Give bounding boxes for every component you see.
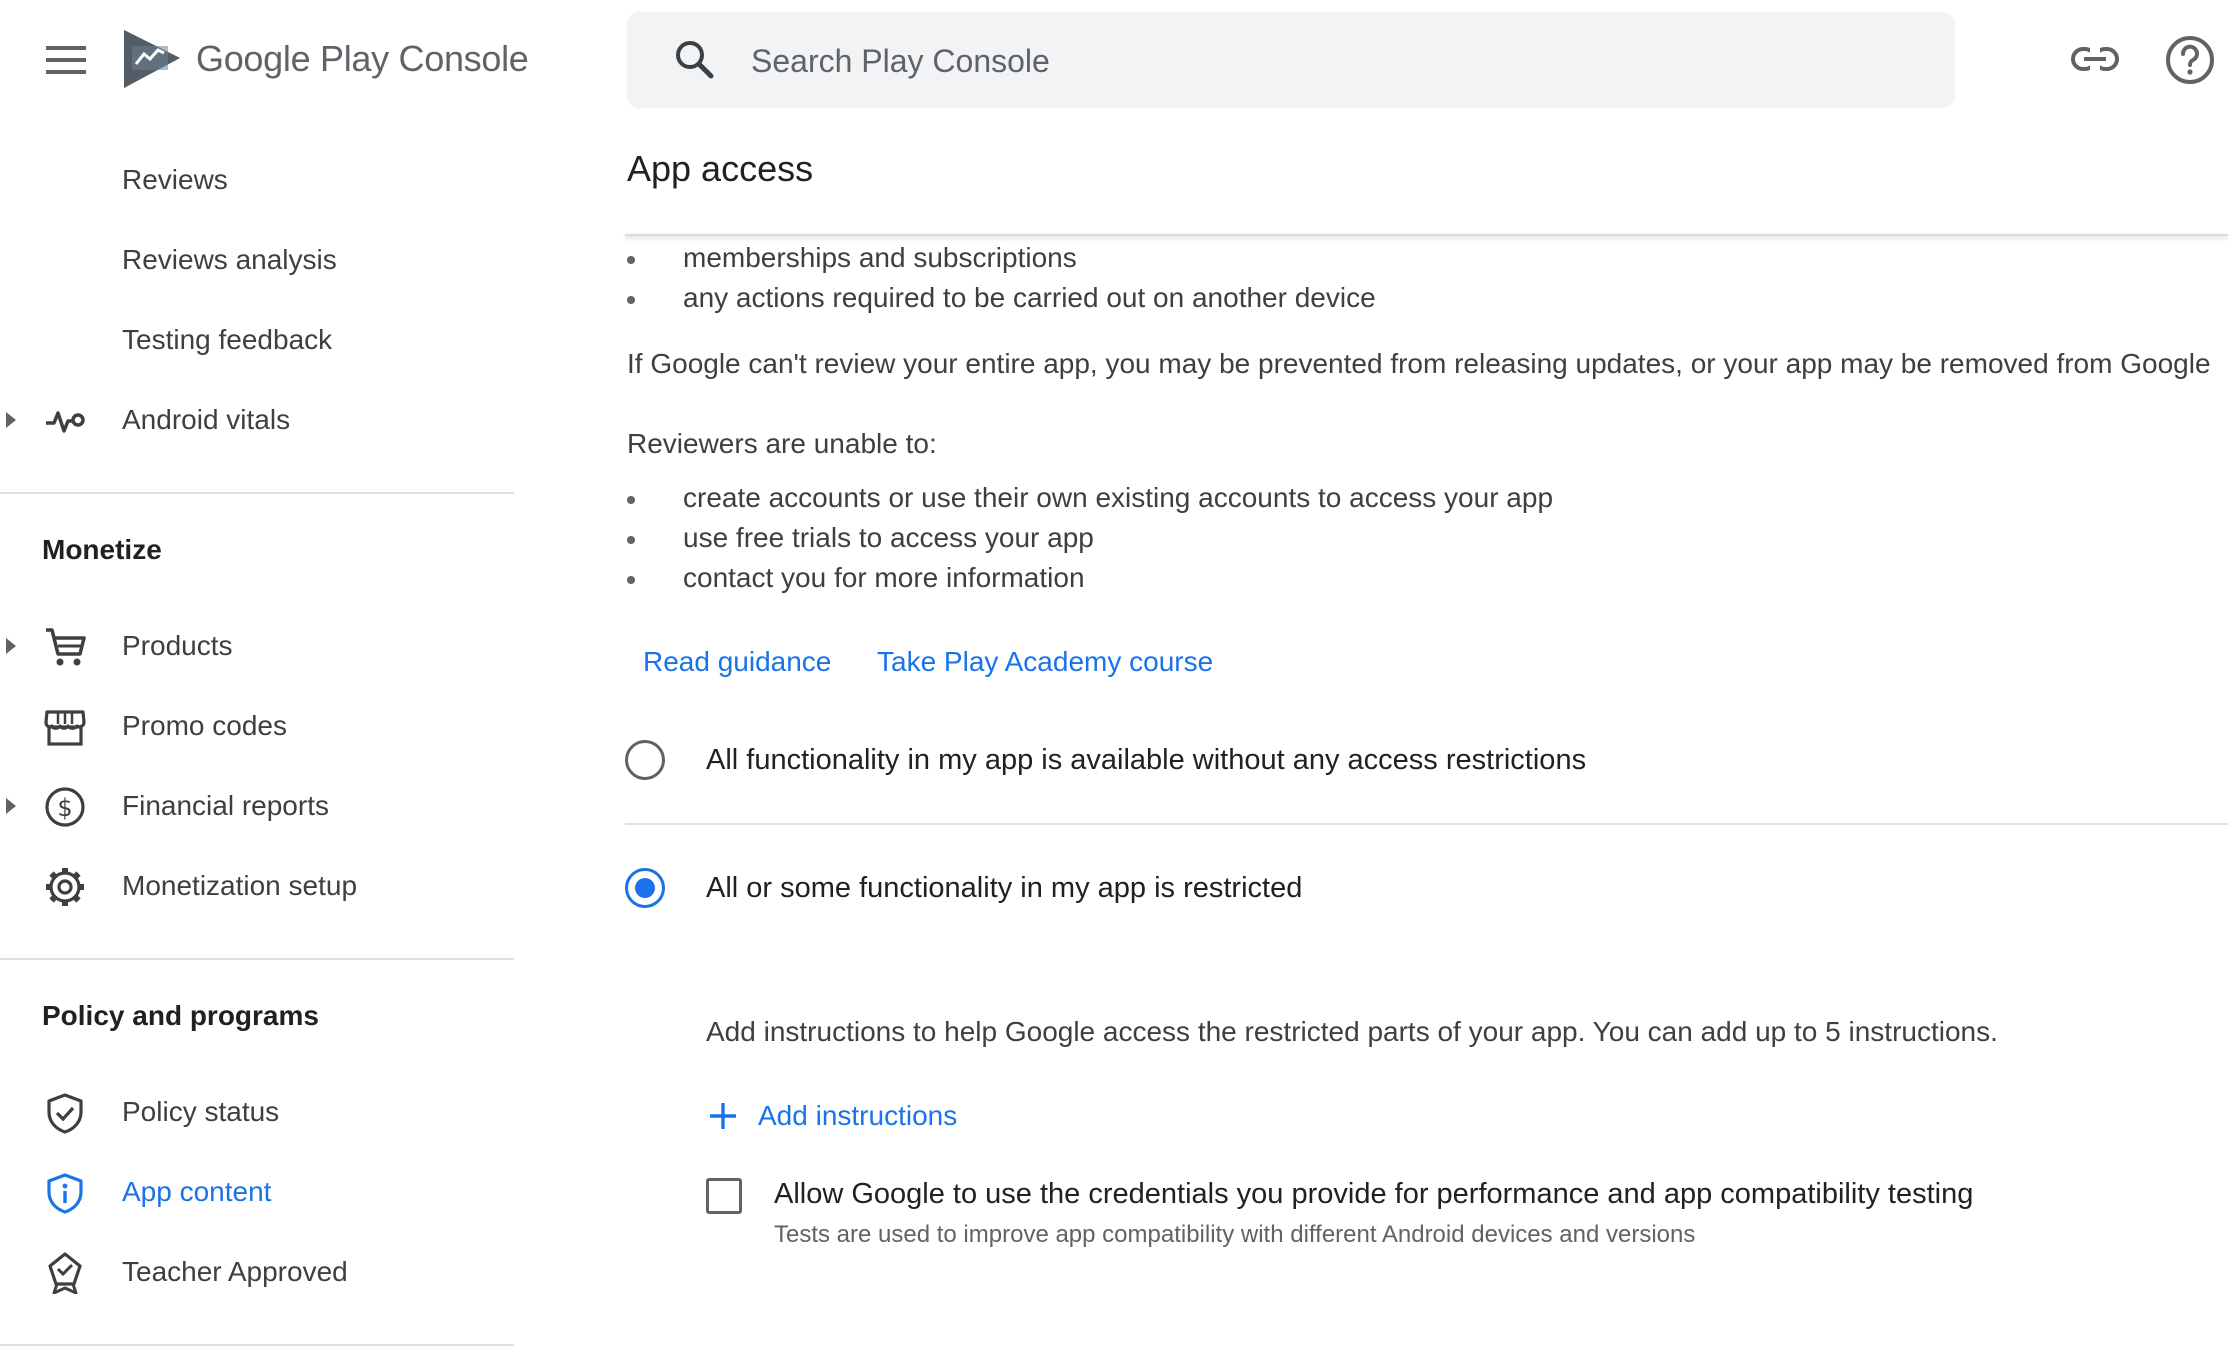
expand-arrow-icon[interactable] <box>4 410 18 430</box>
list-item: memberships and subscriptions <box>627 238 1376 278</box>
sidebar-item-label: Reviews <box>122 164 228 195</box>
radio-restricted-label[interactable]: All or some functionality in my app is r… <box>706 872 1302 905</box>
credentials-testing-subtext: Tests are used to improve app compatibil… <box>774 1221 1696 1248</box>
reviewers-unable-list: create accounts or use their own existin… <box>627 478 1553 598</box>
menu-icon <box>46 46 86 74</box>
brand-title: Google Play Console <box>196 36 529 82</box>
list-item: create accounts or use their own existin… <box>627 478 1553 518</box>
sidebar-divider <box>0 1344 514 1346</box>
sidebar-item-label: Testing feedback <box>122 324 333 355</box>
sidebar-item-testing-feedback[interactable]: Testing feedback <box>0 300 514 380</box>
help-button[interactable] <box>2164 34 2216 86</box>
page-title: App access <box>627 148 814 189</box>
radio-restricted[interactable] <box>625 868 665 908</box>
sidebar-item-android-vitals[interactable]: Android vitals <box>0 380 514 460</box>
shield-check-icon <box>47 1093 83 1134</box>
sidebar-item-app-content[interactable]: App content <box>0 1152 514 1232</box>
sidebar-item-label: App content <box>122 1176 272 1207</box>
list-item: use free trials to access your app <box>627 518 1553 558</box>
sidebar-item-label: Products <box>122 630 233 661</box>
play-academy-link[interactable]: Take Play Academy course <box>877 646 1213 678</box>
vitals-icon <box>46 411 85 433</box>
header-divider <box>625 234 2228 236</box>
play-console-logo[interactable] <box>122 28 184 90</box>
brand-console: Console <box>398 38 529 79</box>
sidebar-item-products[interactable]: Products <box>0 606 514 686</box>
help-icon <box>2166 36 2214 84</box>
menu-button[interactable] <box>38 36 94 84</box>
sidebar-section-policy: Policy and programs <box>42 1000 319 1031</box>
plus-icon <box>710 1103 736 1129</box>
copy-link-button[interactable] <box>2070 34 2120 84</box>
sidebar-divider <box>0 492 514 494</box>
credentials-testing-label[interactable]: Allow Google to use the credentials you … <box>774 1178 1973 1211</box>
sidebar-divider <box>0 958 514 960</box>
store-icon <box>44 710 86 746</box>
sidebar-item-label: Teacher Approved <box>122 1256 348 1287</box>
instructions-help-text: Add instructions to help Google access t… <box>706 1016 1998 1047</box>
expand-arrow-icon[interactable] <box>4 796 18 816</box>
sidebar-item-teacher-approved[interactable]: Teacher Approved <box>0 1232 514 1312</box>
sidebar-item-promo-codes[interactable]: Promo codes <box>0 686 514 766</box>
gear-icon <box>46 868 84 906</box>
svg-text:$: $ <box>57 794 72 822</box>
sidebar-item-label: Policy status <box>122 1096 280 1127</box>
search-icon <box>671 36 719 84</box>
reviewers-unable-heading: Reviewers are unable to: <box>627 428 937 459</box>
sidebar-item-policy-status[interactable]: Policy status <box>0 1072 514 1152</box>
read-guidance-link[interactable]: Read guidance <box>643 646 831 678</box>
options-divider <box>625 823 2228 825</box>
shield-info-icon <box>47 1173 83 1214</box>
credentials-testing-checkbox[interactable] <box>706 1178 742 1214</box>
sidebar-item-financial-reports[interactable]: $ Financial reports <box>0 766 514 846</box>
sidebar-section-monetize: Monetize <box>42 534 162 565</box>
sidebar-item-reviews[interactable]: Reviews <box>0 140 514 220</box>
removal-warning-text: If Google can't review your entire app, … <box>627 348 2211 379</box>
search-bar[interactable] <box>627 12 1955 108</box>
cart-icon <box>46 628 86 666</box>
list-item: any actions required to be carried out o… <box>627 278 1376 318</box>
brand-google-play: Google Play <box>196 38 389 79</box>
sidebar-item-label: Monetization setup <box>122 870 358 901</box>
link-icon <box>2071 46 2119 72</box>
add-instructions-label[interactable]: Add instructions <box>758 1100 957 1132</box>
radio-no-restrictions-label[interactable]: All functionality in my app is available… <box>706 744 1586 777</box>
badge-icon <box>48 1252 82 1294</box>
dollar-icon: $ <box>45 787 85 827</box>
list-item: contact you for more information <box>627 558 1553 598</box>
radio-no-restrictions[interactable] <box>625 740 665 780</box>
sidebar-item-label: Reviews analysis <box>122 244 337 275</box>
sidebar-item-label: Financial reports <box>122 790 329 821</box>
expand-arrow-icon[interactable] <box>4 636 18 656</box>
access-bullet-list: memberships and subscriptions any action… <box>627 238 1376 318</box>
sidebar-item-label: Promo codes <box>122 710 287 741</box>
search-input[interactable] <box>749 32 1903 90</box>
sidebar-item-monetization-setup[interactable]: Monetization setup <box>0 846 514 926</box>
sidebar-item-reviews-analysis[interactable]: Reviews analysis <box>0 220 514 300</box>
sidebar-item-label: Android vitals <box>122 404 291 435</box>
